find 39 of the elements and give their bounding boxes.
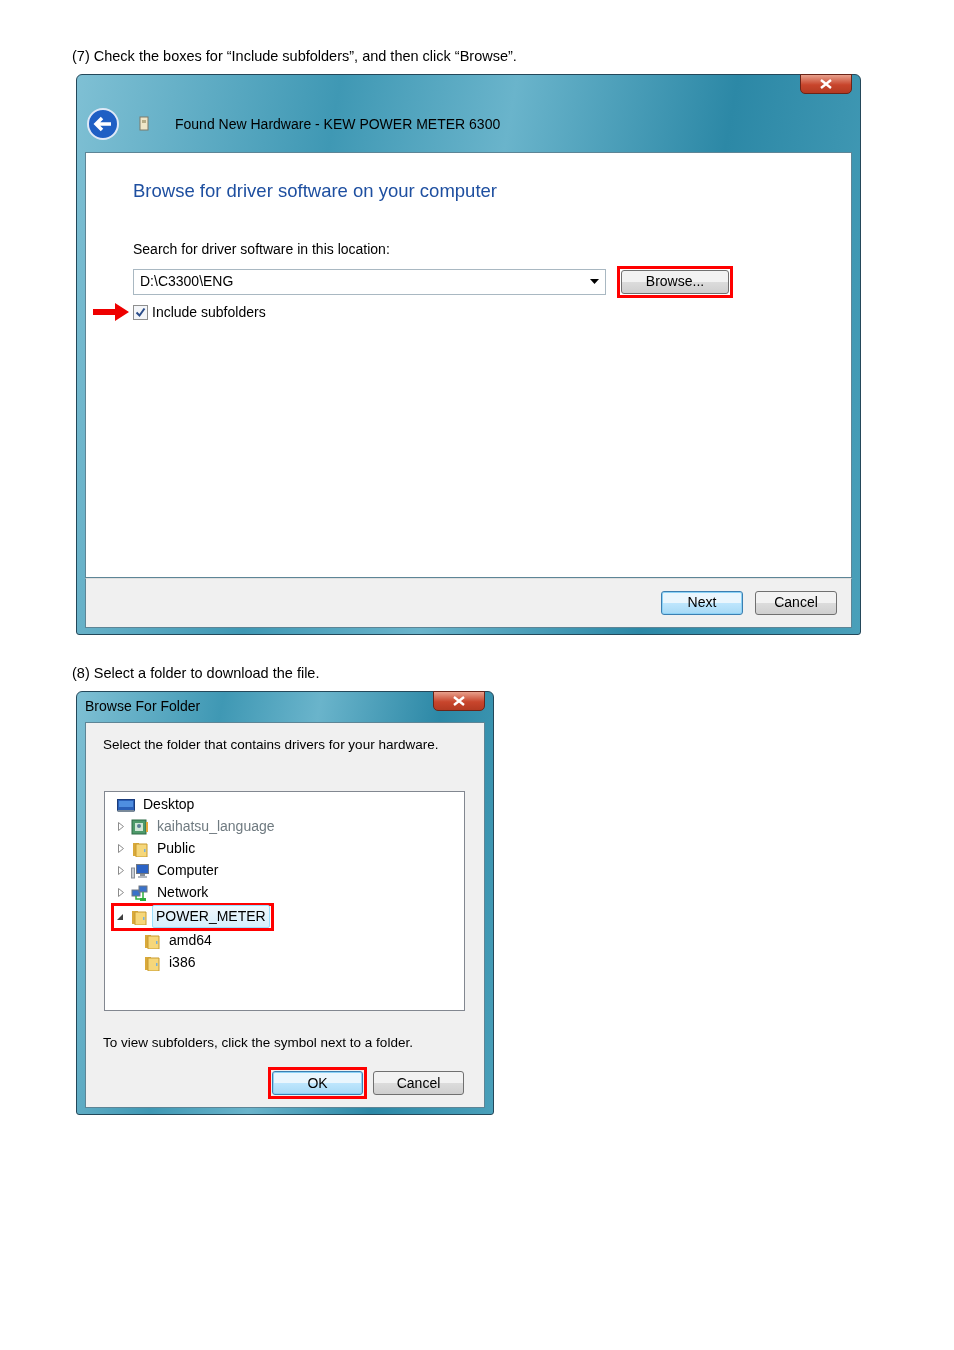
hint-text: To view subfolders, click the symbol next to a folder. [103,1033,414,1052]
contact-card-icon [131,818,149,835]
close-button[interactable] [433,690,485,711]
step-caption: (7) Check the boxes for “Include subfolders”, and then click “Browse”. [72,47,517,66]
folder-icon [143,932,161,949]
device-icon [139,116,149,133]
window-title: Browse For Folder [85,697,201,716]
button[interactable]: Cancel [373,1071,464,1095]
tree-item[interactable]: Computer [153,859,223,883]
step-caption: (8) Select a folder to download the file. [72,663,320,683]
tree-item[interactable]: amd64 [165,929,216,953]
desktop-icon [117,796,135,813]
tree-item[interactable]: Public [153,837,200,861]
tree-item[interactable]: POWER_METER [152,905,270,929]
checkbox-label: Include subfolders [152,302,266,322]
computer-icon [131,862,149,879]
location-combo-box[interactable]: D:\C3300\ENG [133,268,606,295]
field-label: Search for driver software in this location: [133,239,391,259]
folder-tree[interactable]: Desktop kaihatsu_language Public Computer Network POWER_METER amd64 i386 [104,790,465,1011]
checkbox[interactable] [133,304,148,320]
network-icon [131,884,149,901]
close-icon [453,695,465,706]
tree-item[interactable]: kaihatsu_language [153,815,279,839]
tree-item[interactable]: Network [153,881,213,905]
button[interactable]: Cancel [755,590,837,615]
folder-icon [130,908,148,925]
page-heading: Browse for driver software on your computer [133,178,498,203]
tree-item[interactable]: Desktop [139,793,199,817]
dropdown-arrow-icon [590,279,599,284]
folder-icon [131,840,149,857]
instruction-text: Select the folder that contains drivers for your hardware. [103,735,440,754]
close-button[interactable] [800,73,852,94]
button[interactable]: Next [661,590,743,615]
close-icon [820,78,832,89]
button[interactable]: OK [272,1071,363,1095]
button[interactable]: Browse... [621,269,729,294]
folder-icon [143,954,161,971]
tree-item[interactable]: i386 [165,951,200,975]
window-title: Found New Hardware - KEW POWER METER 6300 [175,114,501,134]
